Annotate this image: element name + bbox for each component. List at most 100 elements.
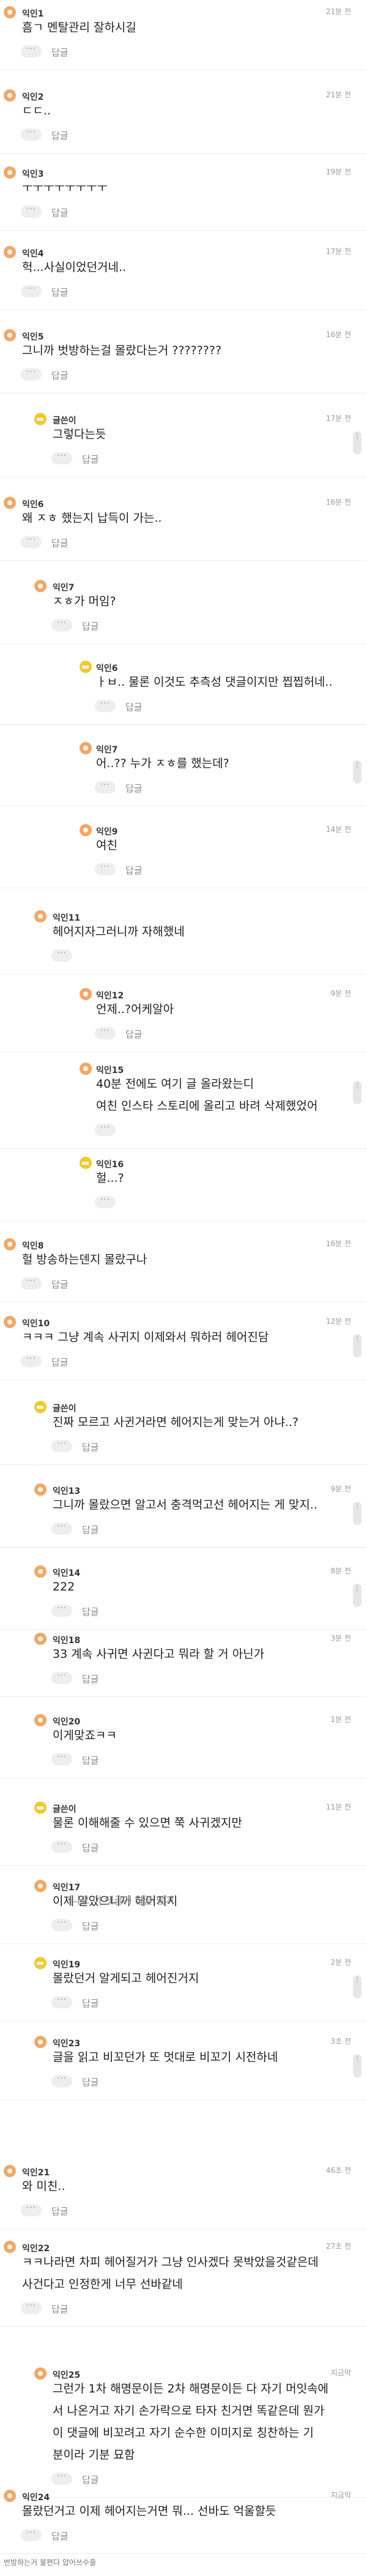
comment-author: 익인4 [22, 249, 44, 259]
divider [0, 2099, 367, 2100]
footer-text: 번방하는거 불편다 얍어쓰수줄 [4, 2558, 97, 2567]
comment-time: 2분 전 [330, 1958, 351, 1967]
more-options-button[interactable]: ··· [21, 285, 42, 297]
comment-time: 16분 전 [325, 498, 351, 507]
comment-text: 글을 읽고 비꼬던가 또 멋대로 비꼬기 시전하네 [53, 2051, 278, 2064]
avatar-icon [4, 6, 16, 18]
comment-author: 익인6 [96, 664, 118, 674]
more-options-button[interactable]: ··· [51, 1523, 72, 1535]
comment-text: 와 미친.. [22, 2180, 65, 2193]
comment-time: 17분 전 [325, 247, 351, 256]
reply-button[interactable]: 답글 [82, 453, 99, 466]
more-options-button[interactable]: ··· [21, 1355, 42, 1367]
reply-button[interactable]: 답글 [82, 1441, 99, 1453]
more-options-button[interactable]: ··· [51, 949, 72, 962]
divider [0, 2326, 367, 2327]
reply-button[interactable]: 답글 [82, 1997, 99, 2010]
reply-button[interactable]: 답글 [82, 1672, 99, 1685]
more-options-button[interactable]: ··· [21, 128, 42, 141]
more-options-button[interactable]: ··· [21, 2302, 42, 2314]
reply-button[interactable]: 답글 [51, 2205, 69, 2218]
comment-time: 9분 전 [330, 989, 351, 998]
kebab-menu-icon[interactable]: ⋮ [353, 1334, 361, 1357]
more-options-button[interactable]: ··· [51, 1996, 72, 2008]
more-options-button[interactable]: ··· [95, 1124, 116, 1136]
comment-text: 이 댓글에 비꼬려고 자기 순수한 이미지로 칭찬하는 기 [53, 2426, 314, 2440]
more-options-button[interactable]: ··· [51, 2473, 72, 2485]
divider [0, 1547, 367, 1548]
more-options-button[interactable]: ··· [95, 781, 116, 793]
more-options-button[interactable]: ··· [51, 1672, 72, 1684]
kebab-menu-icon[interactable]: ⋮ [353, 1975, 361, 1999]
reply-button[interactable]: 답글 [82, 1523, 99, 1536]
kebab-menu-icon[interactable]: ⋮ [353, 1584, 361, 1607]
avatar-icon [34, 580, 46, 592]
reply-button[interactable]: 답글 [51, 2530, 69, 2542]
more-options-button[interactable]: ··· [95, 1196, 116, 1208]
kebab-menu-icon[interactable]: ⋮ [353, 1502, 361, 1525]
avatar-icon [34, 1483, 46, 1496]
more-options-button[interactable]: ··· [21, 2529, 42, 2541]
reply-button[interactable]: 답글 [51, 2303, 69, 2315]
more-options-button[interactable]: ··· [21, 2204, 42, 2216]
more-options-button[interactable]: ··· [21, 536, 42, 548]
more-options-button[interactable]: ··· [51, 1753, 72, 1765]
more-options-button[interactable]: ··· [21, 368, 42, 380]
more-options-button[interactable]: ··· [95, 863, 116, 875]
comment-time: 12분 전 [325, 1317, 351, 1326]
kebab-menu-icon[interactable]: ⋮ [353, 1081, 361, 1104]
more-options-button[interactable]: ··· [95, 1027, 116, 1039]
reply-button[interactable]: 답글 [51, 129, 69, 142]
divider [0, 1865, 367, 1866]
comment-author: 익인7 [96, 745, 118, 755]
comment-author: 익인21 [22, 2168, 50, 2178]
divider [0, 560, 367, 561]
reply-button[interactable]: 답글 [125, 864, 143, 877]
divider [0, 153, 367, 154]
reply-button[interactable]: 답글 [51, 206, 69, 219]
more-options-button[interactable]: ··· [51, 452, 72, 464]
kebab-menu-icon[interactable]: ⋮ [353, 2054, 361, 2077]
reply-button[interactable]: 답글 [82, 2473, 99, 2486]
reply-button[interactable]: 답글 [82, 1920, 99, 1932]
reply-button[interactable]: 답글 [82, 1605, 99, 1618]
avatar-icon [34, 413, 46, 425]
reply-button[interactable]: 답글 [82, 2076, 99, 2088]
reply-button[interactable]: 답글 [82, 1841, 99, 1854]
comment-time: 21분 전 [325, 7, 351, 16]
more-options-button[interactable]: ··· [51, 1440, 72, 1452]
kebab-menu-icon[interactable]: ⋮ [353, 431, 361, 455]
reply-button[interactable]: 답글 [51, 286, 69, 299]
divider [0, 1629, 367, 1630]
comment-author: 익인9 [96, 827, 118, 837]
comment-text: ㅋㅋㅋ 그냥 계속 사귀지 이제와서 뭐하러 헤어진담 [22, 1331, 269, 1344]
reply-button[interactable]: 답글 [51, 369, 69, 382]
reply-button[interactable]: 답글 [125, 700, 143, 713]
comment-author: 익인2 [22, 92, 44, 102]
more-options-button[interactable]: ··· [51, 2075, 72, 2087]
comment-time: 3분 전 [330, 1634, 351, 1642]
kebab-menu-icon[interactable]: ⋮ [353, 760, 361, 784]
reply-input[interactable]: 나도 이 댓글에 답글 달기 [72, 1891, 359, 1910]
avatar-icon [34, 1633, 46, 1645]
more-options-button[interactable]: ··· [95, 700, 116, 712]
reply-button[interactable]: 답글 [125, 1028, 143, 1041]
avatar-icon [4, 329, 16, 341]
reply-button[interactable]: 답글 [82, 620, 99, 633]
more-options-button[interactable]: ··· [51, 1919, 72, 1931]
more-options-button[interactable]: ··· [51, 1605, 72, 1617]
more-options-button[interactable]: ··· [21, 1277, 42, 1290]
reply-button[interactable]: 답글 [51, 1356, 69, 1368]
comment-text: ㅏㅂ.. 물론 이것도 추측성 댓글이지만 찝찝허네.. [96, 675, 333, 689]
more-options-button[interactable]: ··· [21, 45, 42, 58]
more-options-button[interactable]: ··· [51, 619, 72, 631]
reply-button[interactable]: 답글 [51, 46, 69, 59]
comment-author: 익인16 [96, 1160, 124, 1170]
reply-button[interactable]: 답글 [51, 536, 69, 549]
more-options-button[interactable]: ··· [21, 206, 42, 218]
reply-button[interactable]: 답글 [125, 782, 143, 795]
reply-button[interactable]: 답글 [82, 1754, 99, 1767]
more-options-button[interactable]: ··· [51, 1841, 72, 1853]
reply-button[interactable]: 답글 [51, 1278, 69, 1291]
comment-text: 그니까 벗방하는걸 몰랐다는거 ???????? [22, 344, 222, 357]
